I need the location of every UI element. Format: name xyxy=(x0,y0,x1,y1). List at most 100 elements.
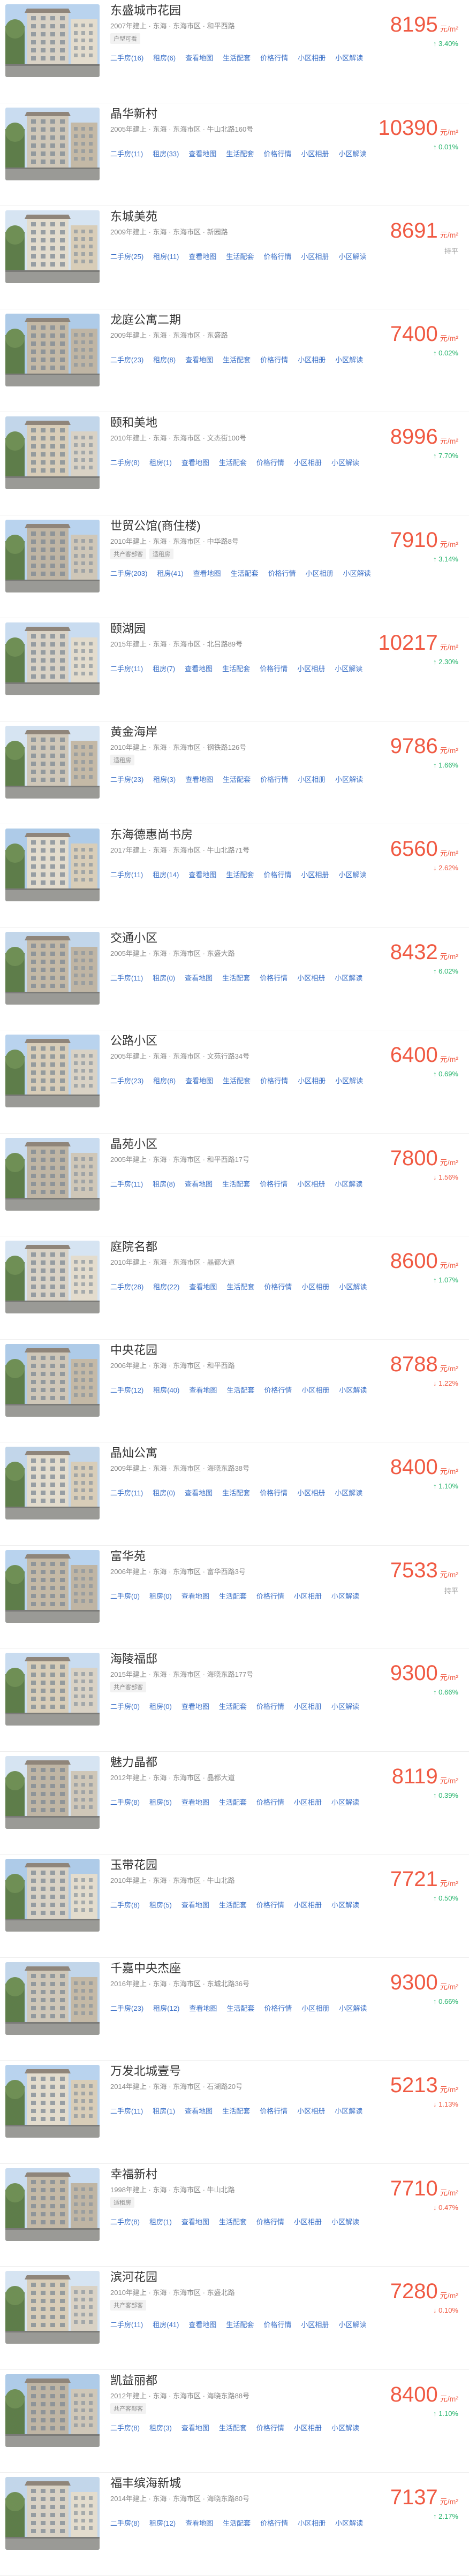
community-name[interactable]: 黄金海岸 xyxy=(110,723,157,740)
community-item[interactable]: 黄金海岸 2010年建上 · 东海 · 东海市区 · 钢铁路126号 适租房 二手房(… xyxy=(0,721,469,824)
link-price-trend[interactable]: 价格行情 xyxy=(264,2004,292,2012)
community-name[interactable]: 福丰缤海新城 xyxy=(110,2474,181,2491)
link-amenities[interactable]: 生活配套 xyxy=(226,1283,254,1291)
community-photo[interactable] xyxy=(5,829,100,901)
link-review[interactable]: 小区解读 xyxy=(331,1901,359,1909)
link-rent[interactable]: 租房(12) xyxy=(153,2004,179,2012)
link-rent[interactable]: 租房(3) xyxy=(149,2424,172,2432)
link-price-trend[interactable]: 价格行情 xyxy=(263,150,291,158)
link-rent[interactable]: 租房(7) xyxy=(153,665,175,673)
link-review[interactable]: 小区解读 xyxy=(331,1798,359,1806)
link-review[interactable]: 小区解读 xyxy=(331,1703,359,1711)
link-rent[interactable]: 租房(8) xyxy=(153,356,176,364)
link-photos[interactable]: 小区相册 xyxy=(306,569,334,577)
link-price-trend[interactable]: 价格行情 xyxy=(263,871,291,879)
link-map[interactable]: 查看地图 xyxy=(181,459,209,467)
link-amenities[interactable]: 生活配套 xyxy=(222,1180,250,1188)
link-review[interactable]: 小区解读 xyxy=(335,2519,363,2527)
community-item[interactable]: 中央花园 2006年建上 · 东海 · 东海市区 · 和平西路 二手房(12) 租房(… xyxy=(0,1340,469,1442)
link-sale[interactable]: 二手房(11) xyxy=(110,150,143,158)
community-photo[interactable] xyxy=(5,2271,100,2344)
link-photos[interactable]: 小区相册 xyxy=(298,776,326,784)
link-map[interactable]: 查看地图 xyxy=(185,1489,213,1497)
community-item[interactable]: 凯益丽都 2012年建上 · 东海 · 东海市区 · 海晓东路88号 共产客部客 二手… xyxy=(0,2370,469,2473)
community-item[interactable]: 晶苑小区 2005年建上 · 东海 · 东海市区 · 和平西路17号 二手房(11)… xyxy=(0,1134,469,1236)
link-map[interactable]: 查看地图 xyxy=(189,1386,217,1394)
link-photos[interactable]: 小区相册 xyxy=(301,1283,329,1291)
link-price-trend[interactable]: 价格行情 xyxy=(260,1489,288,1497)
community-photo[interactable] xyxy=(5,2065,100,2138)
link-review[interactable]: 小区解读 xyxy=(338,871,366,879)
link-amenities[interactable]: 生活配套 xyxy=(222,974,250,982)
community-name[interactable]: 世贸公馆(商住楼) xyxy=(110,516,201,534)
community-photo[interactable] xyxy=(5,2374,100,2447)
link-rent[interactable]: 租房(1) xyxy=(149,2218,172,2226)
community-name[interactable]: 玉带花园 xyxy=(110,1856,157,1873)
community-photo[interactable] xyxy=(5,725,100,799)
link-review[interactable]: 小区解读 xyxy=(335,356,363,364)
community-name[interactable]: 千嘉中央杰座 xyxy=(110,1959,181,1976)
community-photo[interactable] xyxy=(5,4,100,77)
link-sale[interactable]: 二手房(8) xyxy=(110,2424,140,2432)
link-amenities[interactable]: 生活配套 xyxy=(223,1077,251,1085)
community-name[interactable]: 中央花园 xyxy=(110,1341,157,1358)
community-name[interactable]: 庭院名都 xyxy=(110,1237,157,1255)
link-photos[interactable]: 小区相册 xyxy=(298,1077,326,1085)
link-rent[interactable]: 租房(1) xyxy=(149,459,172,467)
link-map[interactable]: 查看地图 xyxy=(188,2321,216,2329)
link-rent[interactable]: 租房(3) xyxy=(153,776,176,784)
community-item[interactable]: 龙庭公寓二期 2009年建上 · 东海 · 东海市区 · 东盛路 二手房(23) 租房… xyxy=(0,309,469,412)
community-item[interactable]: 万发北城壹号 2014年建上 · 东海 · 东海市区 · 石湖路20号 二手房(11… xyxy=(0,2061,469,2164)
link-rent[interactable]: 租房(11) xyxy=(153,253,179,261)
link-price-trend[interactable]: 价格行情 xyxy=(263,253,291,261)
link-rent[interactable]: 租房(33) xyxy=(153,150,179,158)
link-photos[interactable]: 小区相册 xyxy=(301,150,329,158)
link-rent[interactable]: 租房(41) xyxy=(157,569,183,577)
community-photo[interactable] xyxy=(5,2477,100,2550)
link-map[interactable]: 查看地图 xyxy=(188,150,216,158)
link-rent[interactable]: 租房(41) xyxy=(153,2321,179,2329)
community-name[interactable]: 公路小区 xyxy=(110,1031,157,1048)
link-map[interactable]: 查看地图 xyxy=(189,1283,217,1291)
community-item[interactable]: 世贸公馆(商住楼) 2010年建上 · 东海 · 东海市区 · 中华路8号 共产客部… xyxy=(0,515,469,618)
link-rent[interactable]: 租房(12) xyxy=(149,2519,176,2527)
link-review[interactable]: 小区解读 xyxy=(331,459,359,467)
community-photo[interactable] xyxy=(5,1447,100,1519)
link-photos[interactable]: 小区相册 xyxy=(297,2107,325,2115)
link-amenities[interactable]: 生活配套 xyxy=(226,2321,254,2329)
link-price-trend[interactable]: 价格行情 xyxy=(256,1798,284,1806)
link-photos[interactable]: 小区相册 xyxy=(297,974,325,982)
link-map[interactable]: 查看地图 xyxy=(181,2218,209,2226)
link-sale[interactable]: 二手房(8) xyxy=(110,1798,140,1806)
community-item[interactable]: 福丰缤海新城 2014年建上 · 东海 · 东海市区 · 海晓东路80号 二手房(8… xyxy=(0,2473,469,2576)
link-map[interactable]: 查看地图 xyxy=(181,1703,209,1711)
link-map[interactable]: 查看地图 xyxy=(193,569,221,577)
community-photo[interactable] xyxy=(5,1241,100,1313)
link-price-trend[interactable]: 价格行情 xyxy=(260,1180,288,1188)
link-rent[interactable]: 租房(0) xyxy=(149,1703,172,1711)
community-name[interactable]: 富华苑 xyxy=(110,1547,146,1564)
community-photo[interactable] xyxy=(5,1653,100,1726)
link-photos[interactable]: 小区相册 xyxy=(301,253,329,261)
link-amenities[interactable]: 生活配套 xyxy=(223,776,251,784)
link-sale[interactable]: 二手房(16) xyxy=(110,54,143,62)
community-name[interactable]: 东城美苑 xyxy=(110,207,157,224)
link-price-trend[interactable]: 价格行情 xyxy=(264,1283,292,1291)
community-photo[interactable] xyxy=(5,210,100,283)
link-review[interactable]: 小区解读 xyxy=(338,150,366,158)
community-name[interactable]: 万发北城壹号 xyxy=(110,2062,181,2079)
link-rent[interactable]: 租房(5) xyxy=(149,1901,172,1909)
link-sale[interactable]: 二手房(8) xyxy=(110,459,140,467)
link-sale[interactable]: 二手房(23) xyxy=(110,356,143,364)
link-sale[interactable]: 二手房(23) xyxy=(110,776,143,784)
link-price-trend[interactable]: 价格行情 xyxy=(256,2218,284,2226)
community-photo[interactable] xyxy=(5,1756,100,1829)
community-name[interactable]: 晶华新村 xyxy=(110,104,157,121)
link-amenities[interactable]: 生活配套 xyxy=(219,1901,247,1909)
community-name[interactable]: 滨河花园 xyxy=(110,2268,157,2285)
community-photo[interactable] xyxy=(5,107,100,180)
community-name[interactable]: 交通小区 xyxy=(110,929,157,946)
link-map[interactable]: 查看地图 xyxy=(181,2424,209,2432)
community-photo[interactable] xyxy=(5,1137,100,1211)
community-name[interactable]: 晶灿公寓 xyxy=(110,1443,157,1461)
